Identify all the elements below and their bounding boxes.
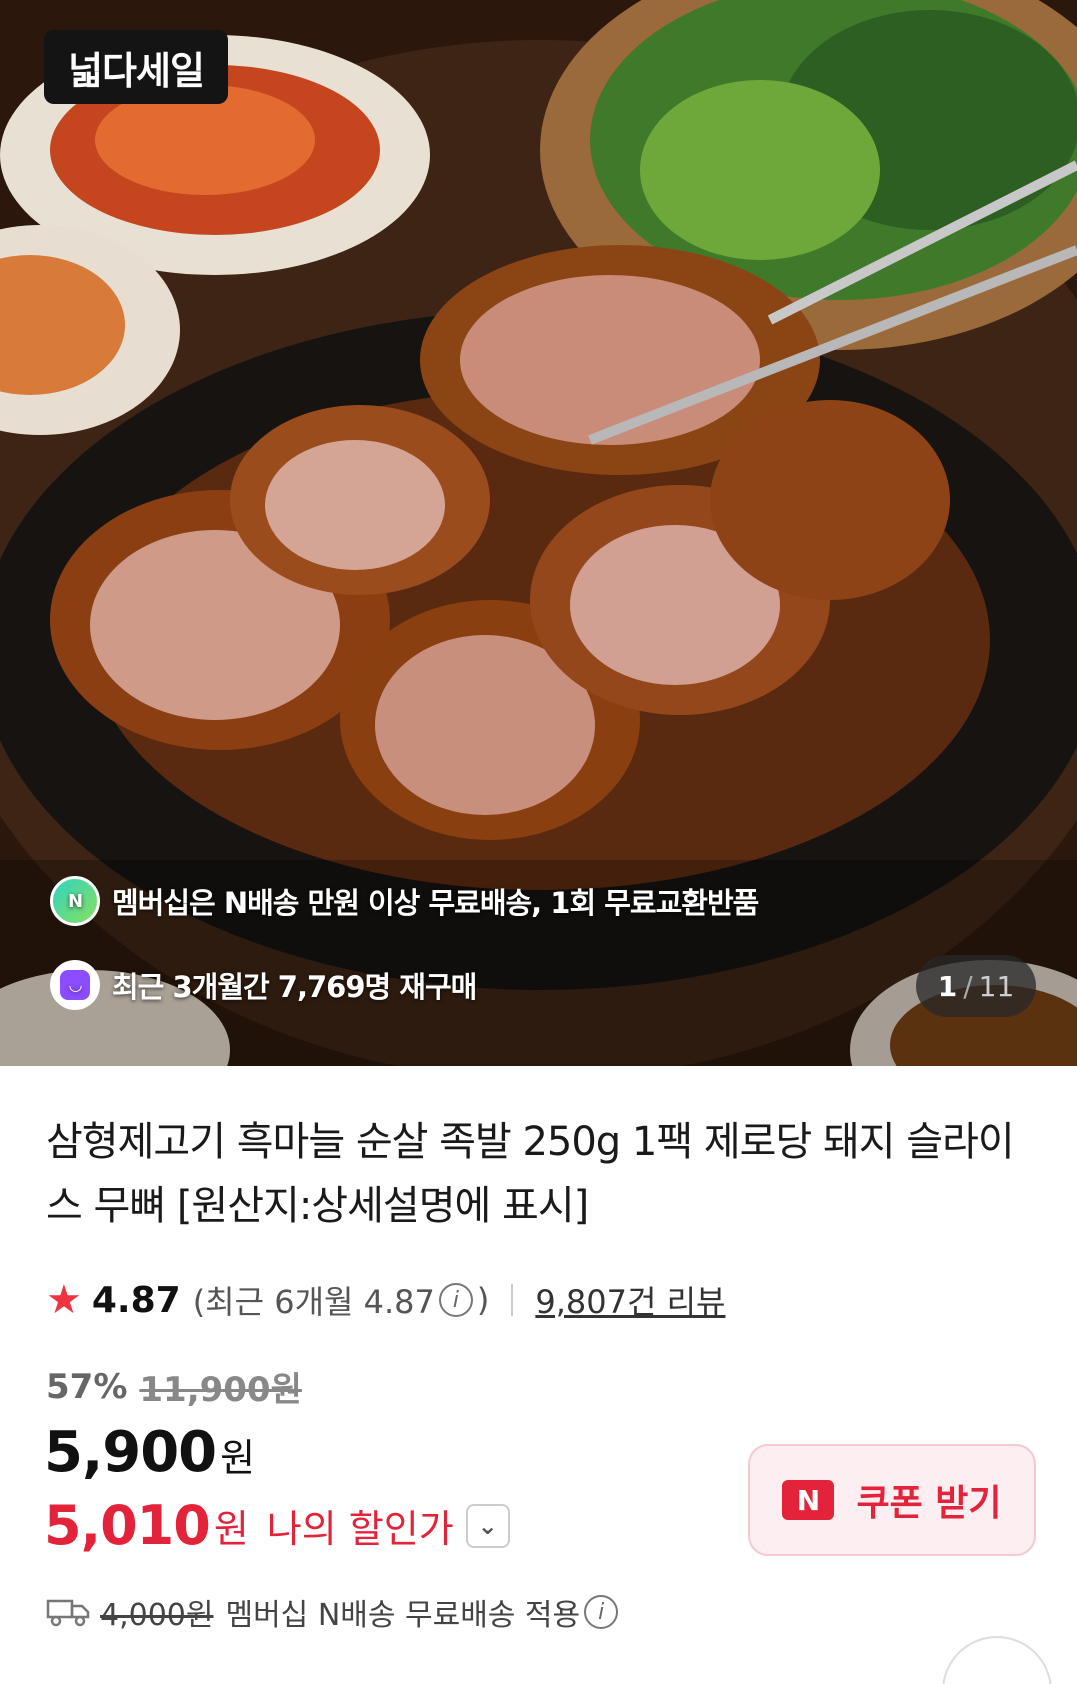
info-icon[interactable]: i [438, 1283, 473, 1317]
discount-row: 57% 11,900원 [46, 1362, 302, 1411]
original-price: 11,900원 [139, 1370, 302, 1410]
divider [511, 1284, 514, 1316]
product-image-carousel[interactable]: 넓다세일 N 멤버십은 N배송 만원 이상 무료배송, 1회 무료교환반품 ◡ … [0, 0, 1077, 1066]
coupon-button-label: 쿠폰 받기 [856, 1483, 1002, 1524]
sale-price-unit: 원 [220, 1436, 255, 1480]
share-button[interactable] [942, 1636, 1052, 1684]
sale-price: 5,900 원 [44, 1420, 255, 1485]
page-current: 1 [937, 969, 958, 1003]
coupon-button[interactable]: N 쿠폰 받기 [748, 1444, 1036, 1556]
product-title: 삼형제고기 흑마늘 순살 족발 250g 1팩 제로당 돼지 슬라이스 무뼈 [… [46, 1119, 1015, 1229]
image-page-indicator: 1 / 11 [916, 955, 1036, 1017]
brand-sale-badge: 넓다세일 [44, 30, 228, 104]
my-price-amount: 5,010 [44, 1494, 211, 1557]
my-discount-price[interactable]: 5,010 원 나의 할인가 ⌄ [44, 1494, 510, 1557]
rating-row: ★ 4.87 (최근 6개월 4.87 i ) 9,807건 리뷰 [46, 1276, 725, 1324]
shopping-bag-icon: ◡ [50, 960, 100, 1010]
info-icon[interactable]: i [584, 1595, 619, 1629]
repurchase-promo: ◡ 최근 3개월간 7,769명 재구매 [50, 960, 477, 1010]
review-count-link[interactable]: 9,807건 리뷰 [535, 1277, 725, 1323]
membership-promo: N 멤버십은 N배송 만원 이상 무료배송, 1회 무료교환반품 [50, 876, 759, 926]
rating-value: 4.87 [91, 1279, 181, 1321]
truck-icon [46, 1599, 90, 1627]
sale-price-amount: 5,900 [44, 1420, 217, 1485]
npay-logo-icon: N [782, 1480, 835, 1520]
repurchase-promo-text: 최근 3개월간 7,769명 재구매 [112, 970, 477, 1004]
shipping-fee: 4,000원 [100, 1598, 214, 1633]
chevron-down-icon[interactable]: ⌄ [465, 1503, 510, 1548]
nshipping-icon: N [50, 876, 100, 926]
star-icon: ★ [46, 1277, 82, 1323]
shipping-text: 멤버십 N배송 무료배송 적용 [225, 1598, 581, 1633]
page-total: 11 [978, 969, 1015, 1003]
recent-rating[interactable]: (최근 6개월 4.87 i ) [193, 1277, 490, 1323]
membership-promo-text: 멤버십은 N배송 만원 이상 무료배송, 1회 무료교환반품 [112, 886, 759, 920]
discount-rate: 57% [46, 1366, 128, 1407]
my-price-label: 나의 할인가 [266, 1507, 454, 1551]
my-price-unit: 원 [213, 1507, 249, 1551]
shipping-row: 4,000원 멤버십 N배송 무료배송 적용 i [46, 1590, 622, 1634]
